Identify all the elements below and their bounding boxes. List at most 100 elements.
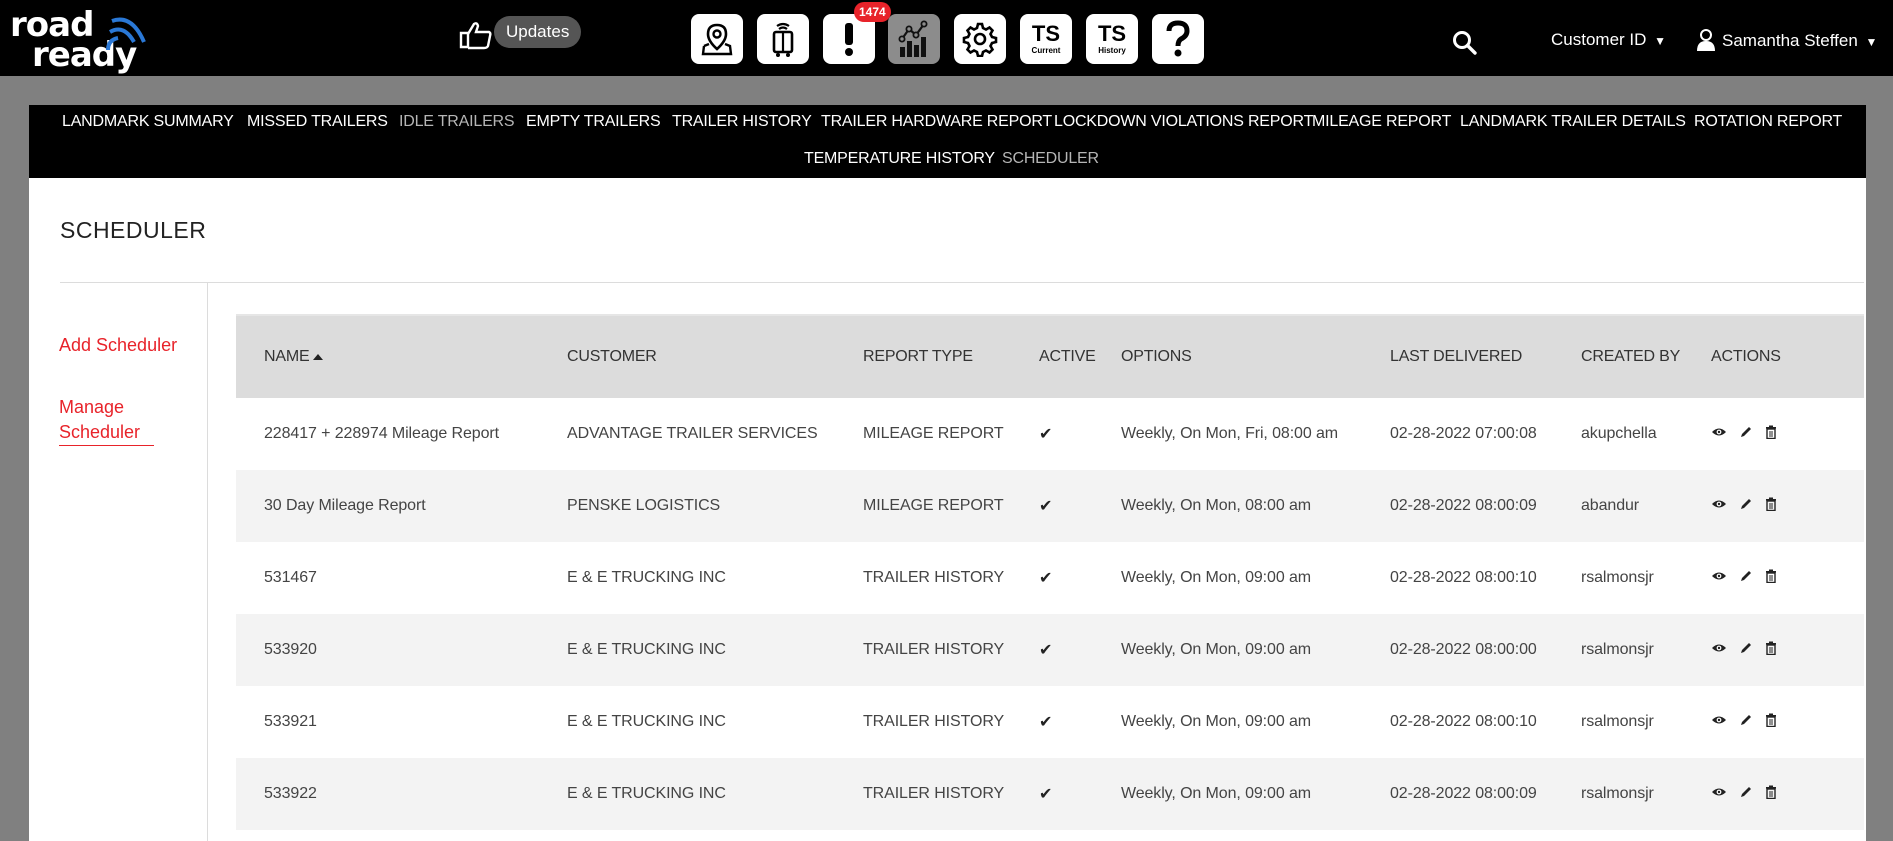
delete-icon[interactable] xyxy=(1765,425,1777,444)
scheduler-table: NAME CUSTOMER REPORT TYPE ACTIVE OPTIONS… xyxy=(236,316,1864,830)
nav-missed-trailers[interactable]: MISSED TRAILERS xyxy=(247,113,388,131)
nav-mileage-report[interactable]: MILEAGE REPORT xyxy=(1312,113,1451,131)
manage-scheduler-link[interactable]: Manage Scheduler xyxy=(59,395,154,446)
user-name: Samantha Steffen xyxy=(1722,31,1858,50)
delete-icon[interactable] xyxy=(1765,785,1777,804)
cell-customer: ADVANTAGE TRAILER SERVICES xyxy=(539,398,835,470)
nav-lockdown-violations-report[interactable]: LOCKDOWN VIOLATIONS REPORT xyxy=(1054,113,1313,131)
column-header-options[interactable]: OPTIONS xyxy=(1093,316,1362,398)
cell-actions xyxy=(1683,686,1864,758)
ts-current-button[interactable]: TS Current xyxy=(1020,14,1072,64)
cell-options: Weekly, On Mon, 09:00 am xyxy=(1093,686,1362,758)
search-icon[interactable] xyxy=(1452,30,1478,56)
customer-id-label: Customer ID xyxy=(1551,30,1647,49)
gear-icon xyxy=(962,22,998,57)
sidebar-divider xyxy=(207,283,208,841)
view-icon[interactable] xyxy=(1711,641,1727,659)
cell-report-type: TRAILER HISTORY xyxy=(835,614,1011,686)
nav-empty-trailers[interactable]: EMPTY TRAILERS xyxy=(526,113,661,131)
view-icon[interactable] xyxy=(1711,425,1727,443)
view-icon[interactable] xyxy=(1711,497,1727,515)
column-header-report-type[interactable]: REPORT TYPE xyxy=(835,316,1011,398)
cell-created-by: akupchella xyxy=(1553,398,1683,470)
scheduler-table-container: NAME CUSTOMER REPORT TYPE ACTIVE OPTIONS… xyxy=(236,314,1864,841)
cell-customer: E & E TRUCKING INC xyxy=(539,686,835,758)
alert-count-badge: 1474 xyxy=(854,2,891,22)
user-name-with-chevron: Samantha Steffen ▼ xyxy=(1722,31,1877,51)
table-row[interactable]: 533922 E & E TRUCKING INC TRAILER HISTORY ✔… xyxy=(236,758,1864,830)
landmark-map-icon[interactable] xyxy=(691,14,743,64)
column-header-customer[interactable]: CUSTOMER xyxy=(539,316,835,398)
cell-actions xyxy=(1683,758,1864,830)
nav-scheduler[interactable]: SCHEDULER xyxy=(1002,150,1099,168)
cell-options: Weekly, On Mon, 08:00 am xyxy=(1093,470,1362,542)
customer-id-dropdown[interactable]: Customer ID ▼ xyxy=(1551,30,1666,50)
nav-trailer-hardware-report[interactable]: TRAILER HARDWARE REPORT xyxy=(821,113,1052,131)
column-header-name[interactable]: NAME xyxy=(236,316,539,398)
reports-chart-icon[interactable] xyxy=(888,14,940,64)
ts-history-main: TS xyxy=(1097,21,1127,46)
cell-last-delivered: 02-28-2022 08:00:00 xyxy=(1362,614,1553,686)
delete-icon[interactable] xyxy=(1765,713,1777,732)
nav-landmark-trailer-details[interactable]: LANDMARK TRAILER DETAILS xyxy=(1460,113,1686,131)
wifi-signal-icon xyxy=(106,17,146,51)
nav-temperature-history[interactable]: TEMPERATURE HISTORY xyxy=(804,150,995,168)
view-icon[interactable] xyxy=(1711,569,1727,587)
road-ready-logo[interactable]: road ready xyxy=(10,8,146,72)
cell-customer: PENSKE LOGISTICS xyxy=(539,470,835,542)
cell-options: Weekly, On Mon, 09:00 am xyxy=(1093,614,1362,686)
settings-gear-icon[interactable] xyxy=(954,14,1006,64)
page-title: SCHEDULER xyxy=(60,217,207,243)
nav-landmark-summary[interactable]: LANDMARK SUMMARY xyxy=(62,113,234,131)
view-icon[interactable] xyxy=(1711,713,1727,731)
edit-icon[interactable] xyxy=(1739,641,1753,660)
table-row[interactable]: 228417 + 228974 Mileage Report ADVANTAGE … xyxy=(236,398,1864,470)
delete-icon[interactable] xyxy=(1765,641,1777,660)
nav-trailer-history[interactable]: TRAILER HISTORY xyxy=(672,113,812,131)
column-header-created-by[interactable]: CREATED BY xyxy=(1553,316,1683,398)
ts-history-sub: History xyxy=(1098,46,1126,55)
delete-icon[interactable] xyxy=(1765,497,1777,516)
edit-icon[interactable] xyxy=(1739,569,1753,588)
view-icon[interactable] xyxy=(1711,785,1727,803)
edit-icon[interactable] xyxy=(1739,713,1753,732)
add-scheduler-link[interactable]: Add Scheduler xyxy=(59,333,177,358)
edit-icon[interactable] xyxy=(1739,425,1753,444)
cell-name: 531467 xyxy=(236,542,539,614)
cell-name: 533922 xyxy=(236,758,539,830)
cell-customer: E & E TRUCKING INC xyxy=(539,542,835,614)
edit-icon[interactable] xyxy=(1739,497,1753,516)
cell-report-type: TRAILER HISTORY xyxy=(835,758,1011,830)
edit-icon[interactable] xyxy=(1739,785,1753,804)
ts-current-sub: Current xyxy=(1031,46,1061,55)
cell-report-type: MILEAGE REPORT xyxy=(835,398,1011,470)
main-panel: LANDMARK SUMMARY MISSED TRAILERS IDLE TR… xyxy=(29,105,1866,841)
table-row[interactable]: 30 Day Mileage Report PENSKE LOGISTICS MIL… xyxy=(236,470,1864,542)
trailer-icon[interactable] xyxy=(757,14,809,64)
cell-last-delivered: 02-28-2022 08:00:09 xyxy=(1362,470,1553,542)
top-header: road ready Updates 1474 TS Current TS Hi… xyxy=(0,0,1893,76)
column-label: NAME xyxy=(264,348,310,365)
cell-report-type: TRAILER HISTORY xyxy=(835,542,1011,614)
column-header-last-delivered[interactable]: LAST DELIVERED xyxy=(1362,316,1553,398)
column-header-active[interactable]: ACTIVE xyxy=(1011,316,1096,398)
nav-rotation-report[interactable]: ROTATION REPORT xyxy=(1694,113,1842,131)
exclamation-icon xyxy=(845,23,853,56)
help-icon[interactable] xyxy=(1152,14,1204,64)
table-row[interactable]: 533920 E & E TRUCKING INC TRAILER HISTORY ✔… xyxy=(236,614,1864,686)
cell-name: 533920 xyxy=(236,614,539,686)
active-check-icon: ✔ xyxy=(1011,686,1093,758)
table-row[interactable]: 531467 E & E TRUCKING INC TRAILER HISTORY ✔… xyxy=(236,542,1864,614)
cell-actions xyxy=(1683,470,1864,542)
table-row[interactable]: 533921 E & E TRUCKING INC TRAILER HISTORY ✔… xyxy=(236,686,1864,758)
ts-current-main: TS xyxy=(1031,21,1061,46)
ts-history-button[interactable]: TS History xyxy=(1086,14,1138,64)
updates-button[interactable]: Updates xyxy=(494,16,582,48)
cell-created-by: rsalmonsjr xyxy=(1553,614,1683,686)
cell-actions xyxy=(1683,542,1864,614)
delete-icon[interactable] xyxy=(1765,569,1777,588)
nav-idle-trailers[interactable]: IDLE TRAILERS xyxy=(399,113,515,131)
active-check-icon: ✔ xyxy=(1011,542,1093,614)
active-check-icon: ✔ xyxy=(1011,470,1093,542)
cell-options: Weekly, On Mon, 09:00 am xyxy=(1093,758,1362,830)
